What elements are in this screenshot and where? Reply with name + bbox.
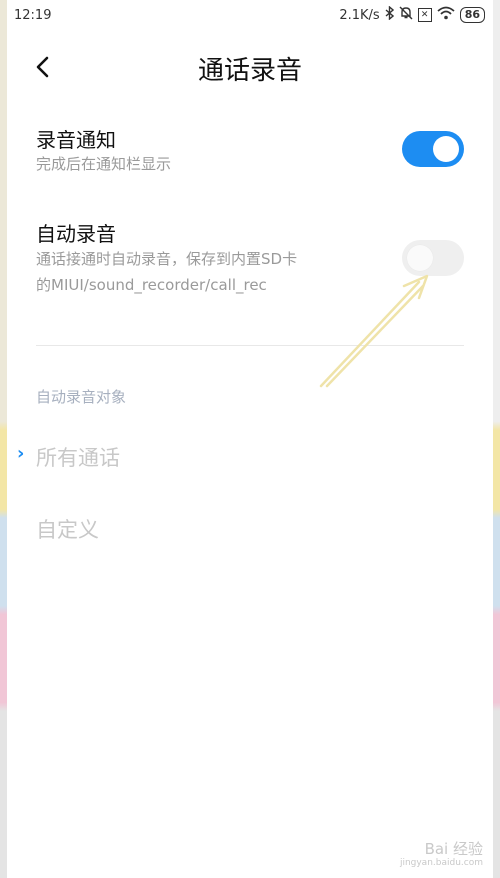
phone-screen: 12:19 2.1K/s ✕ 86 通话录音 录音通知 完成后在通知栏显示 自动… xyxy=(7,0,493,878)
left-frame-border xyxy=(0,0,7,878)
battery-indicator: 86 xyxy=(459,7,485,23)
option-all-calls-label: 所有通话 xyxy=(36,446,120,470)
app-header: 通话录音 xyxy=(7,40,493,95)
option-custom[interactable]: 自定义 xyxy=(7,502,493,558)
mute-bell-icon xyxy=(399,6,413,24)
no-sim-icon: ✕ xyxy=(417,8,432,22)
recording-notify-title: 录音通知 xyxy=(36,128,116,152)
bluetooth-icon xyxy=(385,5,394,24)
auto-record-title: 自动录音 xyxy=(36,222,116,246)
status-time: 12:19 xyxy=(14,8,52,23)
recording-notify-toggle[interactable] xyxy=(402,131,464,167)
wifi-icon xyxy=(437,6,455,24)
annotation-arrow xyxy=(319,274,429,388)
toggle-knob xyxy=(433,136,459,162)
option-custom-label: 自定义 xyxy=(36,518,99,542)
baidu-watermark: Bai 经验 jingyan.baidu.com xyxy=(400,842,483,870)
network-speed: 2.1K/s xyxy=(339,7,380,23)
right-frame-border xyxy=(493,0,500,878)
recording-notify-row[interactable]: 录音通知 完成后在通知栏显示 xyxy=(7,120,493,182)
status-icons: 2.1K/s ✕ 86 xyxy=(339,5,485,24)
option-all-calls[interactable]: › 所有通话 xyxy=(7,430,493,486)
auto-target-section-label: 自动录音对象 xyxy=(36,388,127,406)
recording-notify-subtitle: 完成后在通知栏显示 xyxy=(36,155,172,173)
status-bar: 12:19 2.1K/s ✕ 86 xyxy=(7,0,493,32)
selected-chevron-icon: › xyxy=(17,443,25,464)
page-title: 通话录音 xyxy=(197,56,302,86)
watermark-url: jingyan.baidu.com xyxy=(399,858,483,868)
